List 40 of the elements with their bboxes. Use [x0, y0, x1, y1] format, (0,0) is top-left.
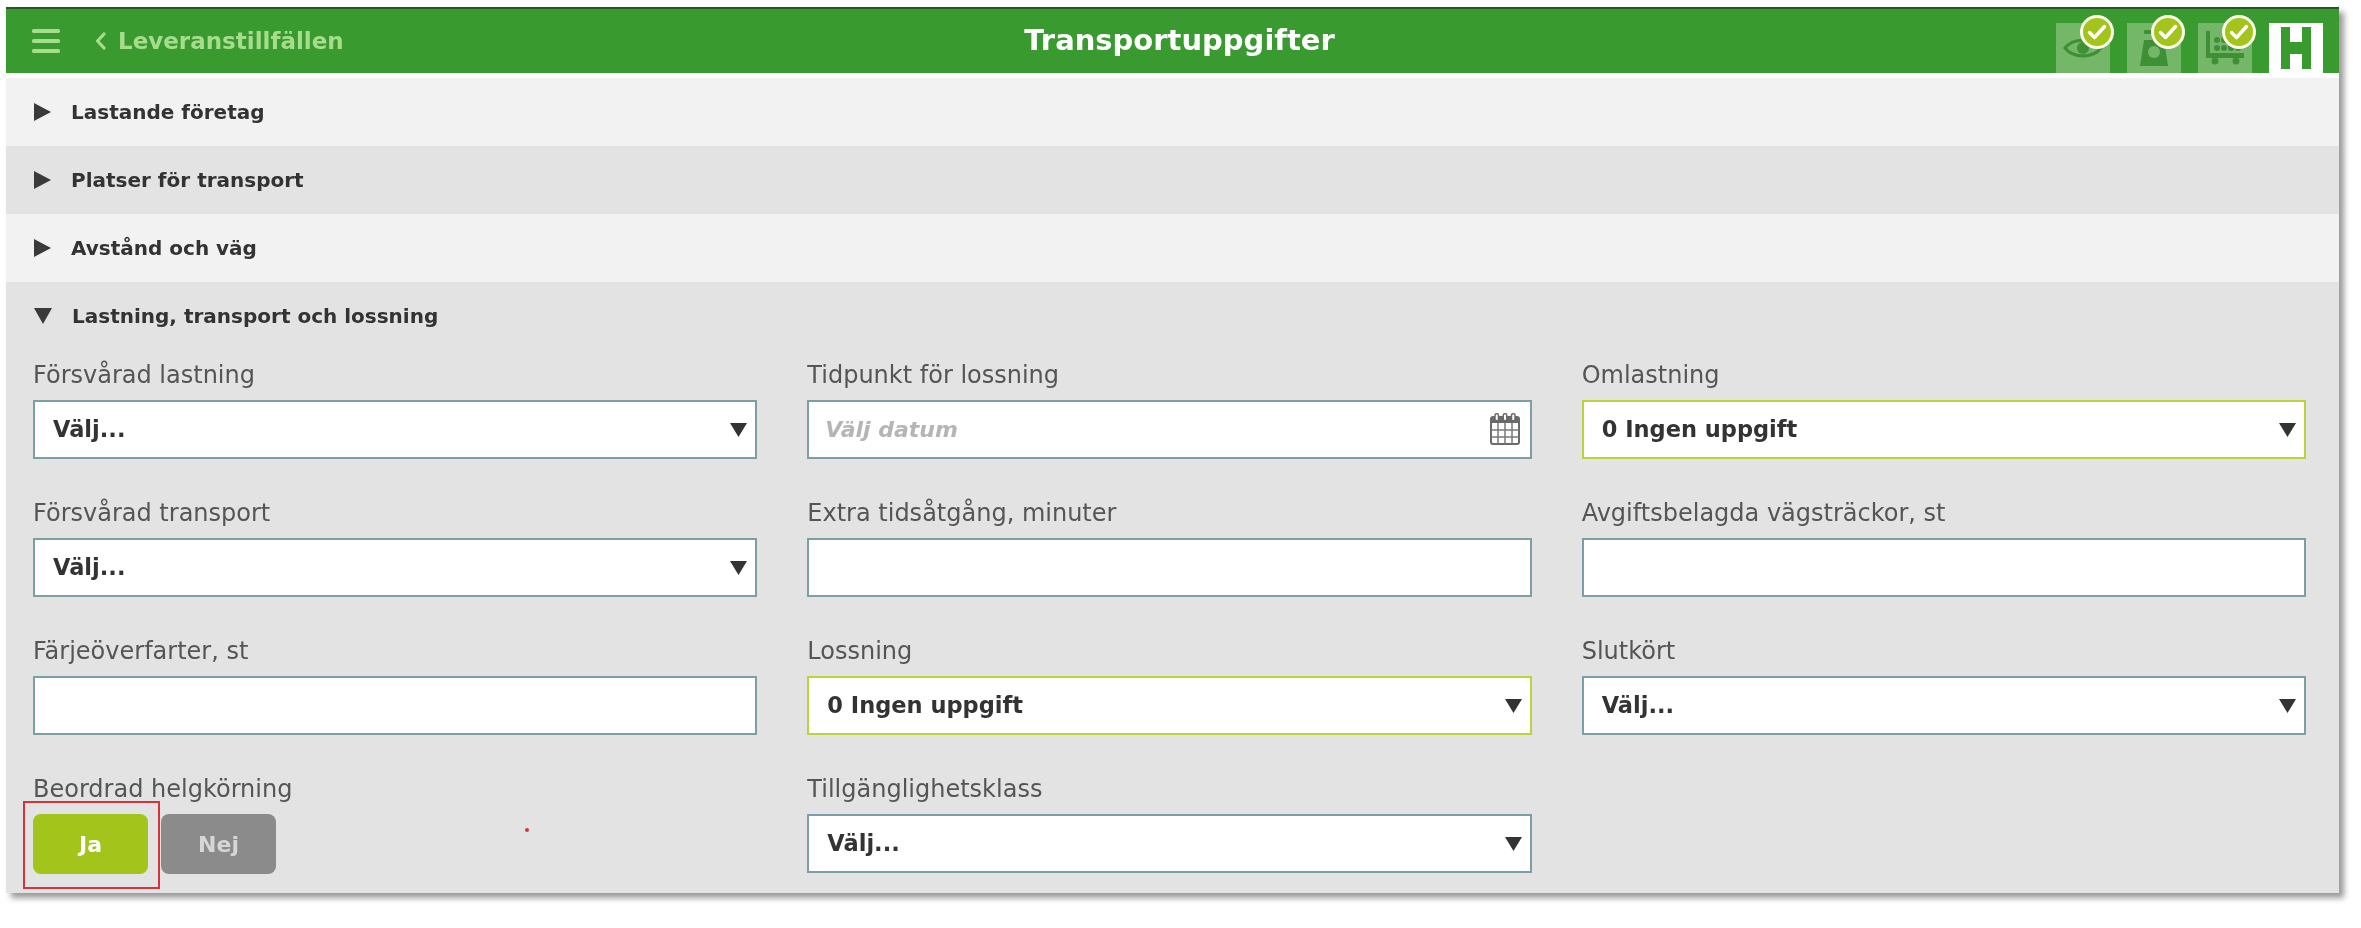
field-label: Tidpunkt för lossning — [807, 360, 1061, 390]
field-label: Försvårad transport — [33, 498, 272, 528]
caret-down-icon — [1504, 698, 1522, 713]
caret-right-icon — [34, 103, 51, 121]
select-field[interactable]: 0 Ingen uppgift — [1581, 400, 2306, 459]
caret-down-icon — [730, 422, 748, 437]
section-header[interactable]: Lastning, transport och lossning — [6, 282, 2339, 350]
select-field[interactable]: 0 Ingen uppgift — [807, 676, 1532, 735]
field-label: Färjeöverfarter, st — [33, 636, 250, 666]
page-title: Transportuppgifter — [1024, 22, 1335, 60]
field-label: Slutkört — [1581, 636, 1677, 666]
field-label: Försvårad lastning — [33, 360, 256, 390]
section-header[interactable]: Lastande företag — [6, 78, 2339, 146]
section-header[interactable]: Platser för transport — [6, 146, 2339, 214]
chevron-left-icon — [95, 32, 106, 50]
caret-down-icon — [34, 308, 52, 324]
road-icon — [2281, 27, 2311, 69]
field-label: Lossning — [807, 636, 914, 666]
caret-right-icon — [34, 171, 51, 189]
input-field[interactable] — [1581, 538, 2306, 597]
field-label: Extra tidsåtgång, minuter — [807, 498, 1118, 528]
calendar-icon — [1489, 413, 1520, 445]
caret-down-icon — [730, 560, 748, 575]
section-header[interactable]: Avstånd och väg — [6, 214, 2339, 282]
select-field[interactable]: Välj... — [33, 538, 758, 597]
field-label: Tillgänglighetsklass — [807, 774, 1044, 804]
menu-icon[interactable] — [32, 29, 60, 53]
caret-down-icon — [2279, 698, 2296, 713]
input-field[interactable] — [33, 676, 758, 735]
input-field[interactable] — [807, 538, 1532, 597]
select-field[interactable]: Välj... — [33, 400, 758, 459]
field-label: Avgiftsbelagda vägsträckor, st — [1581, 498, 1947, 528]
select-field[interactable]: Välj... — [807, 814, 1532, 873]
field-label: Omlastning — [1581, 360, 1721, 390]
caret-down-icon — [2279, 422, 2296, 437]
caret-right-icon — [34, 239, 51, 257]
caret-down-icon — [1504, 836, 1522, 851]
date-field[interactable]: Välj datum — [807, 400, 1532, 459]
select-field[interactable]: Välj... — [1581, 676, 2306, 735]
field-label: Beordrad helgkörning — [33, 774, 294, 804]
